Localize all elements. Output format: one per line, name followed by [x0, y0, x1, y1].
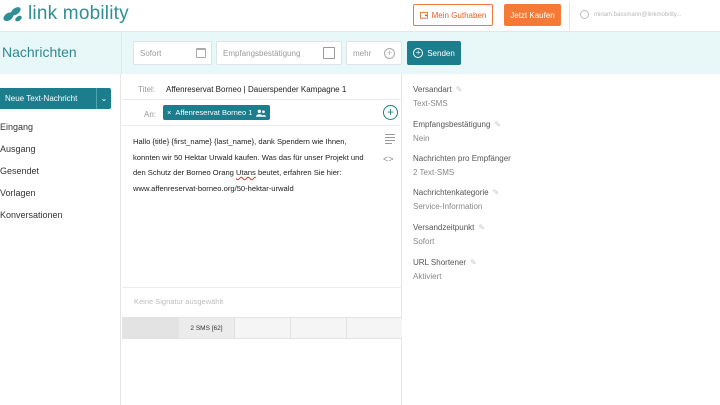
mehr-label: mehr	[353, 48, 372, 58]
property-value: Sofort	[413, 237, 435, 246]
logo-text: link mobility	[28, 3, 129, 24]
property-label: Versandzeitpunkt	[413, 223, 475, 232]
calendar-icon	[196, 48, 206, 58]
jetzt-kaufen-button[interactable]: Jetzt Kaufen	[504, 4, 561, 26]
property-label: Empfangsbestätigung	[413, 120, 491, 129]
message-properties: Versandart ✎ Text-SMS Empfangsbestätigung…	[403, 74, 720, 405]
jetzt-kaufen-label: Jetzt Kaufen	[510, 10, 555, 20]
recipient-chip-label: Affenreservat Borneo 1	[175, 108, 253, 117]
senden-label: Senden	[427, 48, 455, 58]
divider	[569, 2, 570, 30]
new-text-message-label: Neue Text-Nachricht	[5, 94, 78, 103]
sidebar: Neue Text-Nachricht ⌄ Eingang Ausgang Ge…	[0, 74, 121, 405]
property-versandart[interactable]: Versandart ✎ Text-SMS	[413, 85, 462, 108]
pencil-icon[interactable]: ✎	[456, 85, 463, 94]
remove-icon[interactable]: ×	[167, 108, 171, 117]
title-row: Titel: Affenreservat Borneo | Dauerspend…	[122, 78, 402, 100]
mein-guthaben-button[interactable]: Mein Guthaben	[413, 4, 493, 26]
property-versandzeitpunkt[interactable]: Versandzeitpunkt ✎ Sofort	[413, 223, 485, 246]
sms-segment	[122, 318, 179, 338]
user-icon	[580, 10, 589, 19]
title-input[interactable]: Affenreservat Borneo | Dauerspender Kamp…	[166, 85, 346, 94]
property-value: Nein	[413, 134, 430, 143]
sms-segment	[347, 318, 402, 338]
property-value: Service-Information	[413, 202, 483, 211]
property-value: 2 Text-SMS	[413, 168, 455, 177]
add-recipient-icon[interactable]: +	[383, 105, 398, 120]
group-icon	[256, 109, 267, 117]
sms-segment	[235, 318, 291, 338]
empfangsbestaetigung-toggle[interactable]: Empfangsbestätigung	[216, 41, 342, 65]
text-align-icon[interactable]	[385, 134, 395, 146]
logo-icon	[3, 7, 22, 22]
mein-guthaben-label: Mein Guthaben	[431, 10, 487, 20]
misspelled-word: Utans	[236, 168, 256, 177]
page-title: Nachrichten	[2, 44, 77, 60]
new-text-message-button[interactable]: Neue Text-Nachricht ⌄	[0, 88, 111, 109]
chevron-down-icon[interactable]: ⌄	[96, 88, 111, 109]
code-icon[interactable]: <>	[383, 154, 394, 164]
send-time-value: Sofort	[140, 48, 162, 58]
pencil-icon[interactable]: ✎	[493, 188, 500, 197]
send-plus-icon: +	[413, 48, 424, 58]
pencil-icon[interactable]: ✎	[478, 223, 485, 232]
empfangsbestaetigung-checkbox[interactable]	[323, 47, 335, 59]
sidebar-item-vorlagen[interactable]: Vorlagen	[0, 188, 36, 198]
property-empfangsbestaetigung[interactable]: Empfangsbestätigung ✎ Nein	[413, 120, 501, 143]
senden-button[interactable]: + Senden	[407, 41, 461, 65]
sms-segment-count: 2 SMS [62]	[179, 318, 235, 338]
send-time-picker[interactable]: Sofort	[133, 41, 212, 65]
property-url-shortener[interactable]: URL Shortener ✎ Aktiviert	[413, 258, 477, 281]
title-label: Titel:	[138, 85, 156, 94]
signature-selector[interactable]: Keine Signatur ausgewählt	[122, 287, 402, 317]
top-bar: link mobility Mein Guthaben Jetzt Kaufen…	[0, 0, 720, 32]
signature-placeholder: Keine Signatur ausgewählt	[134, 297, 224, 306]
pencil-icon[interactable]: ✎	[470, 258, 477, 267]
mehr-button[interactable]: mehr +	[346, 41, 402, 65]
message-body-input[interactable]: Hallo {title} {first_name} {last_name}, …	[133, 134, 373, 196]
sidebar-item-konversationen[interactable]: Konversationen	[0, 210, 63, 220]
header-band: Nachrichten Sofort Empfangsbestätigung m…	[0, 32, 720, 74]
property-value: Text-SMS	[413, 99, 448, 108]
empfangsbestaetigung-label: Empfangsbestätigung	[223, 48, 301, 58]
property-nachrichtenkategorie[interactable]: Nachrichtenkategorie ✎ Service-Informatio…	[413, 188, 499, 211]
property-label: Versandart	[413, 85, 452, 94]
wallet-icon	[419, 12, 428, 19]
message-editor: Titel: Affenreservat Borneo | Dauerspend…	[122, 74, 402, 405]
logo[interactable]: link mobility	[2, 3, 129, 25]
sidebar-item-eingang[interactable]: Eingang	[0, 122, 33, 132]
plus-icon: +	[384, 48, 395, 59]
sms-count-label: 2 SMS [62]	[190, 324, 223, 332]
property-value: Aktiviert	[413, 272, 442, 281]
recipient-label: An:	[144, 110, 157, 119]
divider	[121, 32, 122, 74]
sms-counter-bar: 2 SMS [62]	[122, 317, 402, 339]
user-menu[interactable]: miriam.bassmann@linkmobility...	[580, 10, 720, 19]
property-label: Nachrichtenkategorie	[413, 188, 489, 197]
property-label: Nachrichten pro Empfänger	[413, 154, 511, 163]
recipient-row: An: × Affenreservat Borneo 1 +	[122, 101, 402, 126]
sidebar-item-ausgang[interactable]: Ausgang	[0, 144, 36, 154]
sms-segment	[291, 318, 347, 338]
recipient-chip[interactable]: × Affenreservat Borneo 1	[163, 105, 271, 120]
user-email: miriam.bassmann@linkmobility...	[594, 11, 682, 18]
property-nachrichten-pro-empfaenger: Nachrichten pro Empfänger 2 Text-SMS	[413, 154, 511, 177]
pencil-icon[interactable]: ✎	[494, 120, 501, 129]
property-label: URL Shortener	[413, 258, 467, 267]
sidebar-item-gesendet[interactable]: Gesendet	[0, 166, 39, 176]
